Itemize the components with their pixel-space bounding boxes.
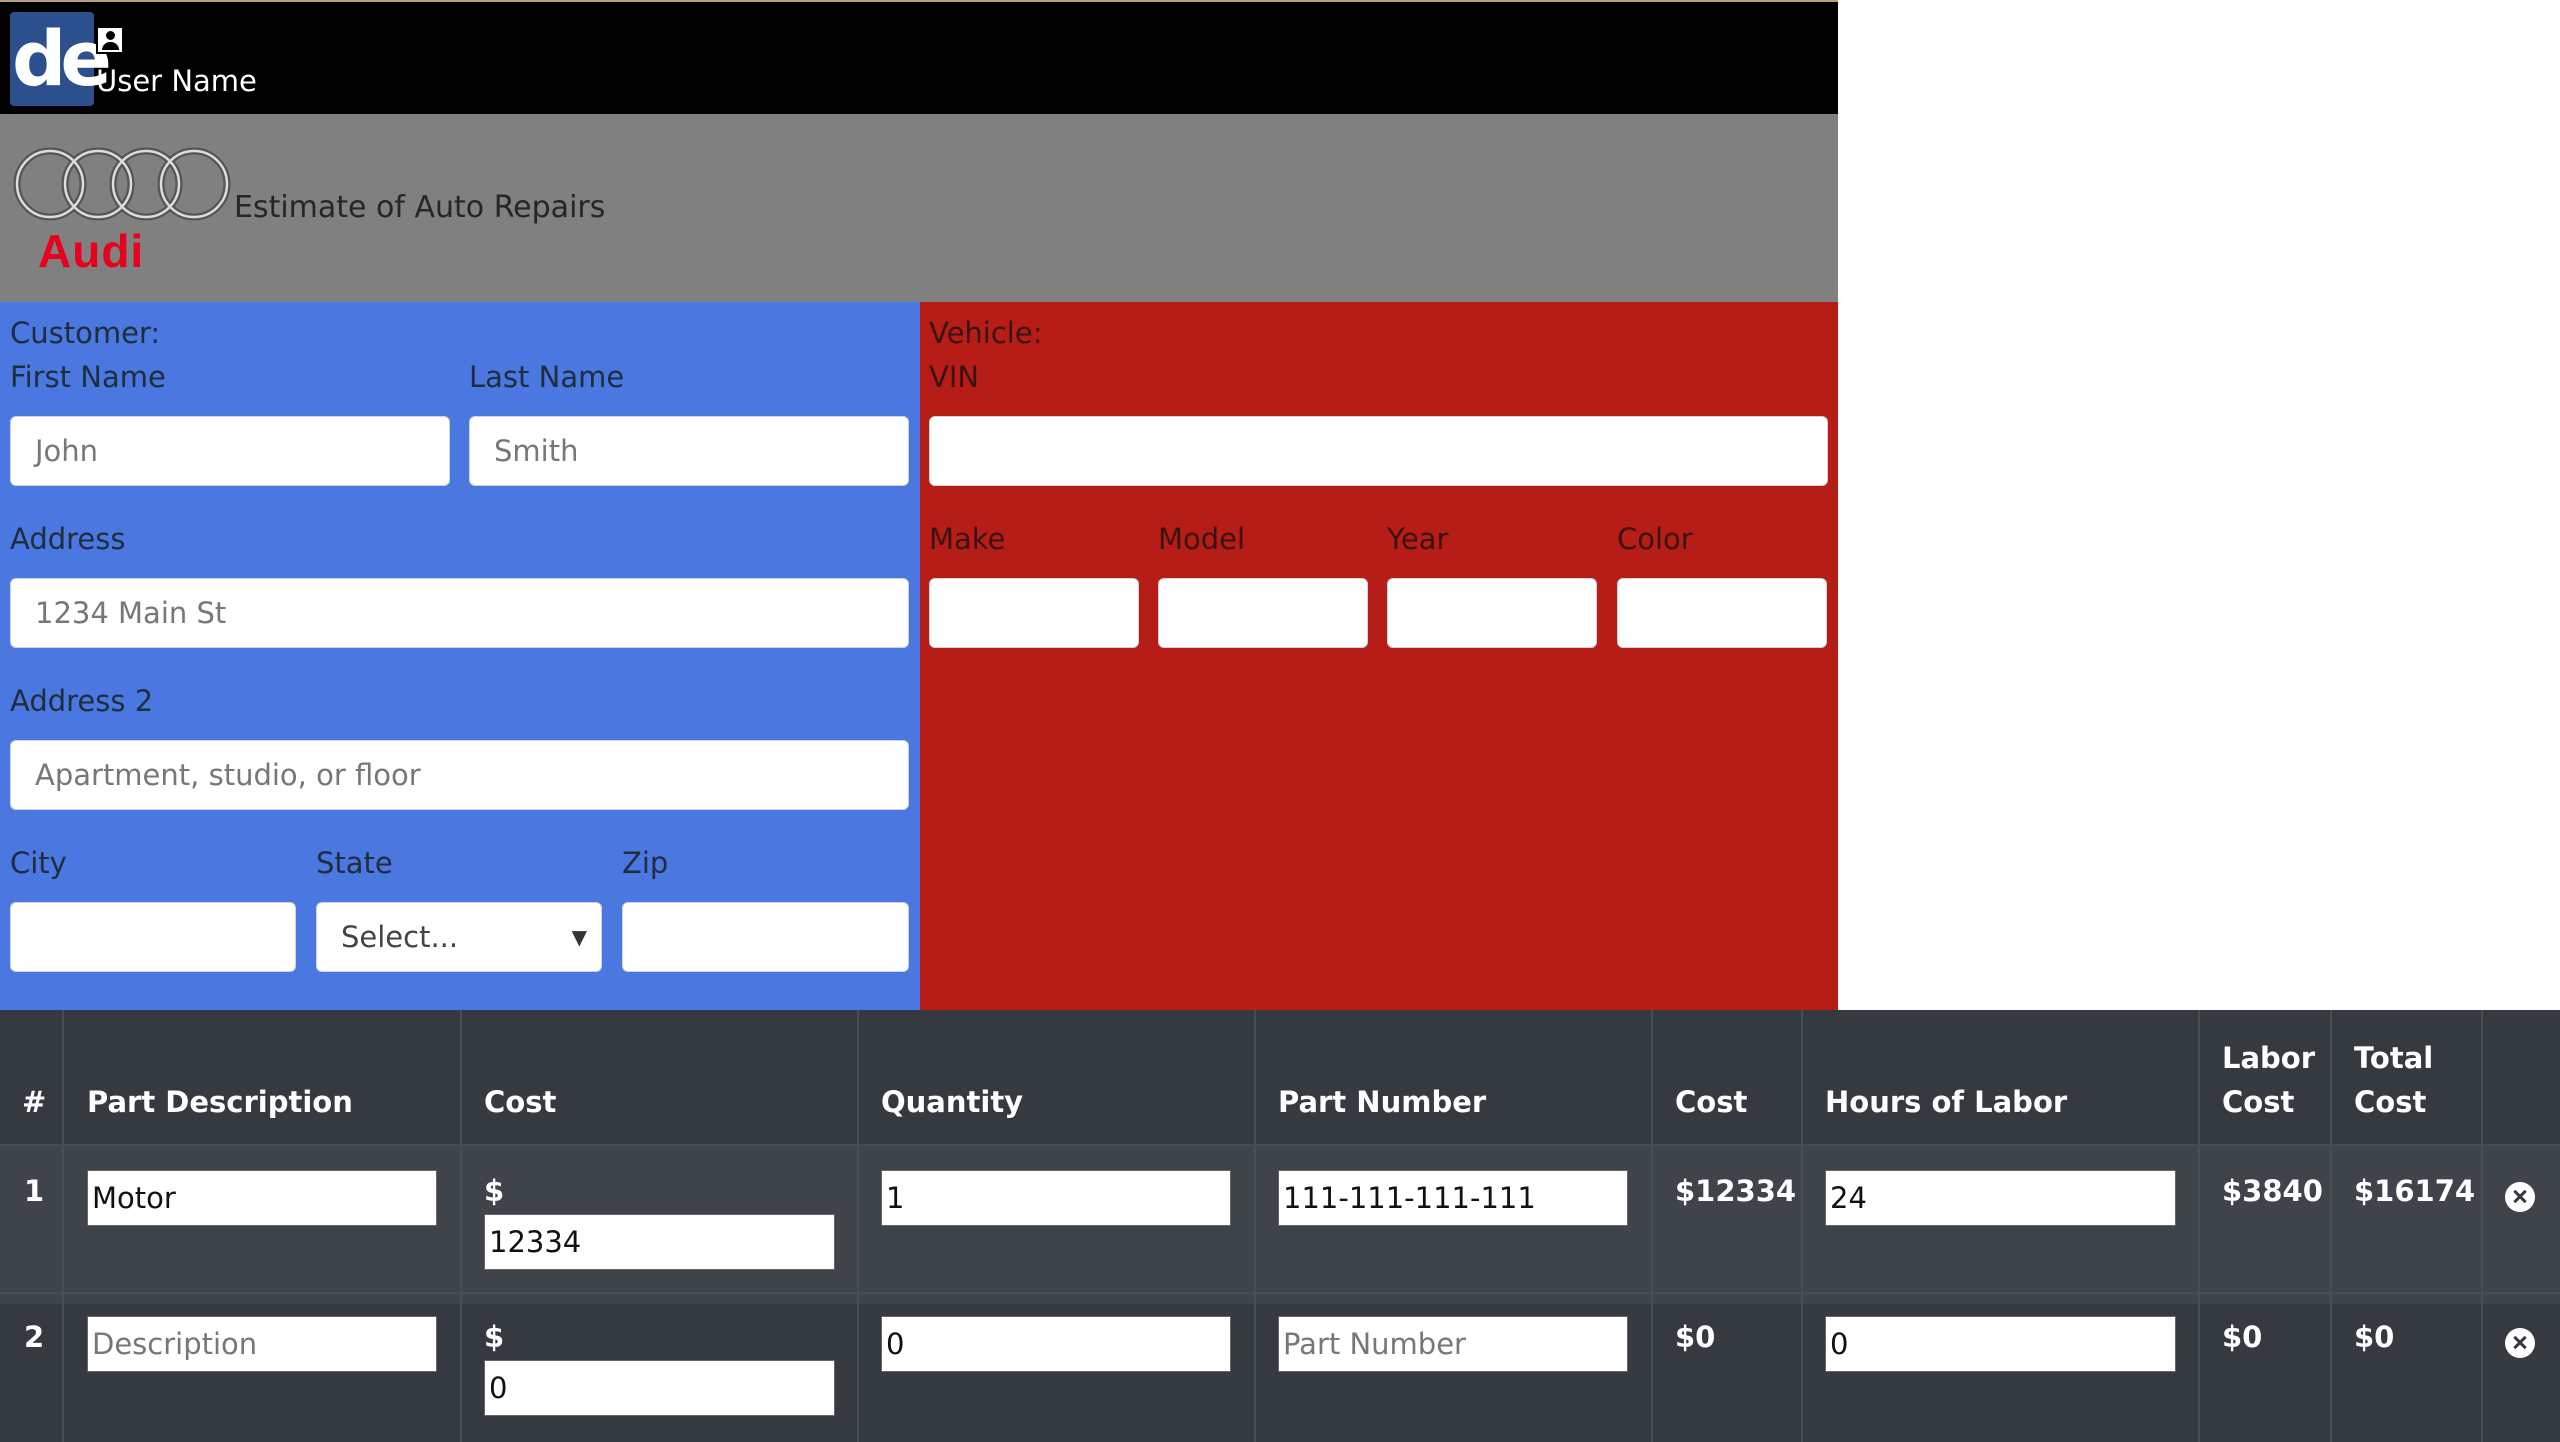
quantity-input[interactable]: 1	[881, 1170, 1231, 1226]
part-number-input[interactable]: Part Number	[1278, 1316, 1628, 1372]
audi-brand-text: Audi	[38, 225, 145, 277]
total-cost: $0	[2354, 1320, 2395, 1354]
user-icon[interactable]	[96, 26, 124, 54]
part-cost-input[interactable]: 12334	[484, 1214, 835, 1270]
address-label: Address	[10, 522, 126, 556]
make-field[interactable]	[929, 578, 1139, 648]
user-name[interactable]: User Name	[96, 64, 257, 98]
col-header-cost: Cost	[484, 1085, 557, 1119]
address2-field[interactable]: Apartment, studio, or floor	[10, 740, 909, 810]
currency-symbol: $	[484, 1320, 505, 1354]
col-header-labor-line1: Labor	[2222, 1041, 2316, 1075]
col-header-part-number: Part Number	[1278, 1085, 1487, 1119]
col-header-hours: Hours of Labor	[1825, 1085, 2068, 1119]
part-number-input[interactable]: 111-111-111-111	[1278, 1170, 1628, 1226]
vehicle-section-label: Vehicle:	[929, 316, 1043, 350]
zip-label: Zip	[622, 846, 669, 880]
address2-label: Address 2	[10, 684, 154, 718]
part-description-input[interactable]: Description	[87, 1316, 437, 1372]
part-description-input[interactable]: Motor	[87, 1170, 437, 1226]
col-header-cost-total: Cost	[1675, 1085, 1748, 1119]
row-divider	[0, 1292, 2560, 1294]
col-divider	[2481, 1010, 2483, 1442]
color-label: Color	[1617, 522, 1693, 556]
col-header-quantity: Quantity	[881, 1085, 1024, 1119]
col-header-total-line1: Total	[2354, 1041, 2434, 1075]
model-label: Model	[1158, 522, 1246, 556]
color-field[interactable]	[1617, 578, 1827, 648]
header-divider	[0, 1144, 2560, 1146]
col-divider	[62, 1010, 64, 1442]
first-name-field[interactable]: John	[10, 416, 450, 486]
customer-panel: Customer: First Name Last Name John Smit…	[0, 302, 920, 1010]
vin-field[interactable]	[929, 416, 1828, 486]
cost-total: $0	[1675, 1320, 1716, 1354]
row-number: 1	[24, 1174, 45, 1208]
total-cost: $16174	[2354, 1174, 2476, 1208]
col-header-num: #	[22, 1085, 47, 1119]
zip-field[interactable]	[622, 902, 909, 972]
state-label: State	[316, 846, 393, 880]
audi-rings-logo	[13, 147, 231, 221]
col-header-description: Part Description	[87, 1085, 353, 1119]
vehicle-panel: Vehicle: VIN Make Model Year Color	[920, 302, 1838, 1010]
col-divider	[460, 1010, 462, 1442]
city-label: City	[10, 846, 67, 880]
col-divider	[2198, 1010, 2200, 1442]
year-field[interactable]	[1387, 578, 1597, 648]
labor-cost: $0	[2222, 1320, 2263, 1354]
parts-table: # Part Description Cost Quantity Part Nu…	[0, 1010, 2560, 1442]
col-divider	[2330, 1010, 2332, 1442]
hours-of-labor-input[interactable]: 0	[1825, 1316, 2176, 1372]
year-label: Year	[1387, 522, 1449, 556]
customer-section-label: Customer:	[10, 316, 161, 350]
col-divider	[1254, 1010, 1256, 1442]
state-select-value: Select...	[341, 920, 459, 954]
app-logo[interactable]: de	[10, 12, 112, 106]
col-divider	[857, 1010, 859, 1442]
labor-cost: $3840	[2222, 1174, 2323, 1208]
col-header-labor-line2: Cost	[2222, 1085, 2295, 1119]
first-name-label: First Name	[10, 360, 166, 394]
page-title: Estimate of Auto Repairs	[234, 190, 606, 225]
part-cost-input[interactable]: 0	[484, 1360, 835, 1416]
quantity-input[interactable]: 0	[881, 1316, 1231, 1372]
last-name-label: Last Name	[469, 360, 625, 394]
chevron-down-icon: ▼	[571, 925, 587, 949]
delete-row-icon[interactable]	[2505, 1328, 2535, 1358]
currency-symbol: $	[484, 1174, 505, 1208]
vin-label: VIN	[929, 360, 980, 394]
cost-total: $12334	[1675, 1174, 1797, 1208]
top-bar: de User Name	[0, 0, 1838, 114]
hours-of-labor-input[interactable]: 24	[1825, 1170, 2176, 1226]
col-header-total-line2: Cost	[2354, 1085, 2427, 1119]
col-divider	[1651, 1010, 1653, 1442]
make-label: Make	[929, 522, 1006, 556]
last-name-field[interactable]: Smith	[469, 416, 909, 486]
address-field[interactable]: 1234 Main St	[10, 578, 909, 648]
delete-row-icon[interactable]	[2505, 1182, 2535, 1212]
city-field[interactable]	[10, 902, 296, 972]
row-number: 2	[24, 1320, 45, 1354]
state-select[interactable]: Select... ▼	[316, 902, 602, 972]
model-field[interactable]	[1158, 578, 1368, 648]
col-divider	[1801, 1010, 1803, 1442]
page-header: Audi Estimate of Auto Repairs	[0, 114, 1838, 302]
